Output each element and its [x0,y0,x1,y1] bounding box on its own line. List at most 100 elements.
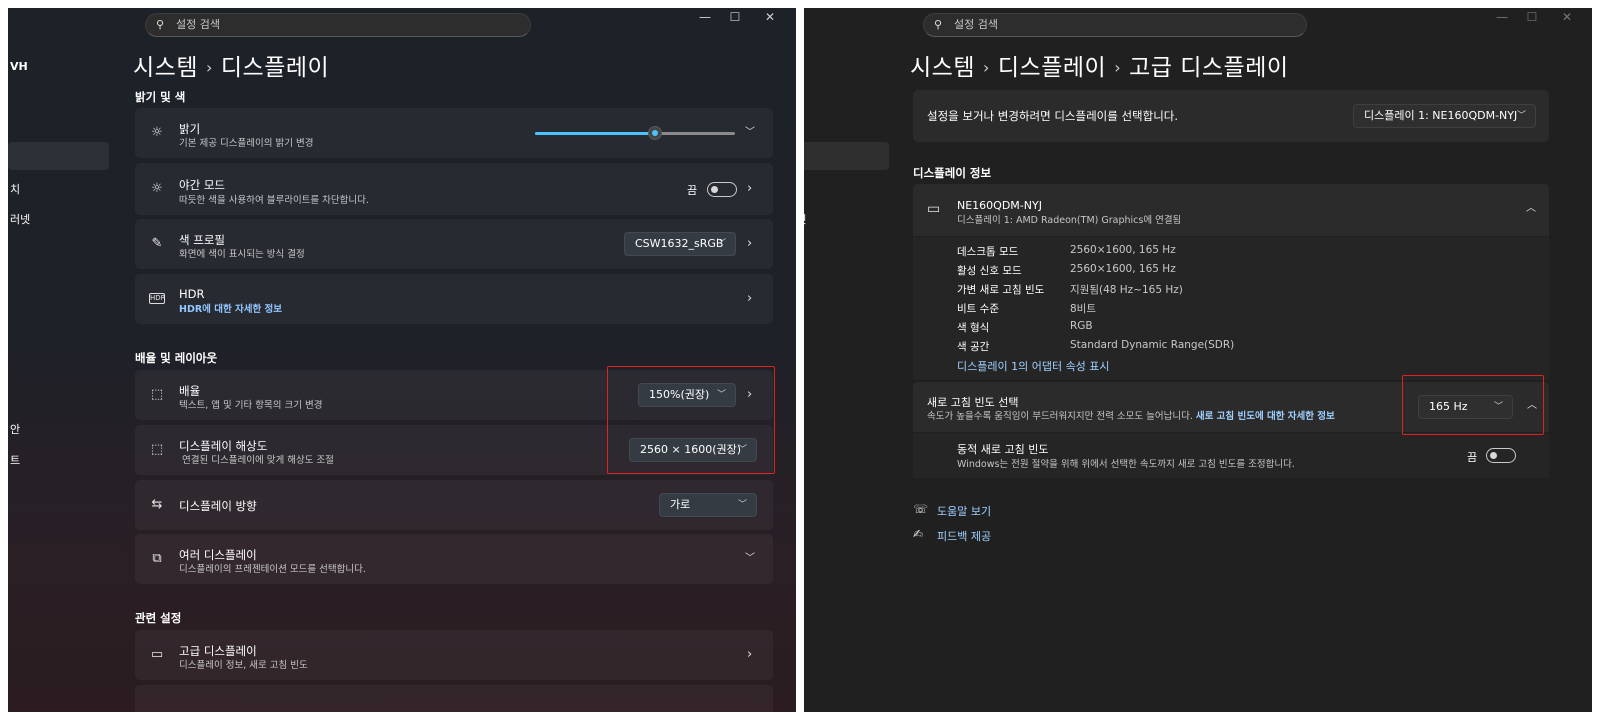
breadcrumb-display[interactable]: 디스플레이 [998,55,1106,81]
sidebar-fragment[interactable]: 러넷 [804,211,806,227]
night-light-toggle[interactable] [707,182,737,197]
color-profile-card[interactable]: ✎ 색 프로필 화면에 색이 표시되는 방식 결정 CSW1632_sRGB ﹀ … [135,219,773,269]
hdr-card[interactable]: HDR HDR HDR에 대한 자세한 정보 › [135,274,773,324]
dynamic-refresh-state: 끔 [1467,451,1478,464]
multiple-displays-card[interactable]: ⧉ 여러 디스플레이 디스플레이의 프레젠테이션 모드를 선택합니다. ﹀ [135,534,773,584]
chevron-down-icon[interactable]: ﹀ [745,126,755,140]
search-placeholder: 설정 검색 [954,18,998,31]
sidebar-fragment[interactable]: VH [10,60,28,73]
search-placeholder: 설정 검색 [176,18,220,31]
minimize-button[interactable]: — [1488,8,1516,26]
sidebar-fragment[interactable]: 트 [10,452,20,468]
breadcrumb-separator: › [982,58,990,77]
scale-subtitle: 텍스트, 앱 및 기타 항목의 크기 변경 [179,400,323,411]
highlight-box [607,366,775,474]
info-value: 2560×1600, 165 Hz [1070,244,1176,256]
breadcrumb-separator: › [1114,58,1122,77]
orientation-title: 디스플레이 방향 [179,499,257,513]
chevron-down-icon: ﹀ [1516,111,1526,121]
search-box[interactable]: ⚲ 설정 검색 [145,13,531,37]
info-value: 지원됨(48 Hz~165 Hz) [1070,284,1183,296]
display-select-text: 설정을 보거나 변경하려면 디스플레이를 선택합니다. [927,109,1179,123]
close-button[interactable]: ✕ [756,8,784,26]
orientation-icon: ⇆ [151,497,163,512]
chevron-right-icon[interactable]: › [747,237,752,251]
sun-icon: ☼ [151,125,163,140]
color-profile-dropdown[interactable]: CSW1632_sRGB ﹀ [624,232,736,256]
color-profile-value: CSW1632_sRGB [635,237,724,250]
next-card-partial[interactable] [135,685,773,712]
advanced-display-subtitle: 디스플레이 정보, 새로 고침 빈도 [179,660,308,671]
brightness-slider[interactable] [535,126,735,140]
resolution-icon: ⬚ [150,442,164,457]
chevron-down-icon: ﹀ [716,239,726,249]
minimize-button[interactable]: — [691,8,719,26]
sidebar-fragment[interactable]: 안 [10,421,20,437]
chevron-down-icon[interactable]: ﹀ [745,552,755,566]
info-value: 8비트 [1070,303,1097,315]
help-link[interactable]: 도움말 보기 [937,503,991,519]
brightness-slider-thumb[interactable] [648,126,662,140]
night-light-card[interactable]: ☼ 야간 모드 따듯한 색을 사용하여 블루라이트를 차단합니다. 끔 › [135,163,773,215]
highlight-box [1402,375,1544,435]
breadcrumb-current: 고급 디스플레이 [1129,55,1289,81]
sidebar-selected-item[interactable] [8,142,109,170]
info-key: 가변 새로 고침 빈도 [957,284,1045,296]
hdr-icon: HDR [149,293,166,304]
hdr-info-link[interactable]: HDR에 대한 자세한 정보 [179,301,282,315]
laptop-icon: ▭ [927,201,941,217]
chevron-right-icon[interactable]: › [747,182,752,196]
multiple-displays-icon: ⧉ [152,551,162,566]
chevron-right-icon[interactable]: › [747,292,752,306]
orientation-card[interactable]: ⇆ 디스플레이 방향 가로 ﹀ [135,480,773,530]
display-select-card: 설정을 보거나 변경하려면 디스플레이를 선택합니다. 디스플레이 1: NE1… [913,90,1549,142]
info-key: 비트 수준 [957,303,999,315]
help-icon: ☏ [913,502,929,516]
breadcrumb-current: 디스플레이 [220,55,330,81]
sidebar-selected-item[interactable] [804,142,889,170]
orientation-dropdown[interactable]: 가로 ﹀ [659,493,757,517]
display-selector-value: 디스플레이 1: NE160QDM-NYJ [1364,109,1518,122]
scale-icon: ⬚ [150,387,164,402]
chevron-right-icon[interactable]: › [747,648,752,662]
feedback-link[interactable]: 피드백 제공 [937,528,991,544]
advanced-display-card[interactable]: ▭ 고급 디스플레이 디스플레이 정보, 새로 고침 빈도 › [135,630,773,680]
sidebar-fragment[interactable]: 치 [10,181,20,197]
section-scale-layout: 배율 및 레이아웃 [135,351,218,365]
info-key: 색 형식 [957,322,990,334]
brightness-card[interactable]: ☼ 밝기 기본 제공 디스플레이의 밝기 변경 ﹀ [135,108,773,158]
close-button[interactable]: ✕ [1553,8,1581,26]
breadcrumb: 시스템 › 디스플레이 [133,48,329,82]
breadcrumb: 시스템 › 디스플레이 › 고급 디스플레이 [910,48,1289,82]
dynamic-refresh-toggle[interactable] [1486,448,1516,463]
sidebar-fragment[interactable]: 러넷 [10,211,30,227]
resolution-subtitle: 연결된 디스플레이에 맞게 해상도 조절 [182,455,334,466]
color-profile-subtitle: 화면에 색이 표시되는 방식 결정 [179,249,305,260]
night-light-title: 야간 모드 [179,178,225,192]
refresh-rate-desc: 속도가 높을수록 움직임이 부드러워지지만 전력 소모도 늘어납니다. 새로 고… [927,408,1335,422]
search-icon: ⚲ [934,18,943,31]
refresh-rate-info-link[interactable]: 새로 고침 빈도에 대한 자세한 정보 [1196,411,1335,422]
search-box[interactable]: ⚲ 설정 검색 [923,13,1307,37]
multiple-displays-subtitle: 디스플레이의 프레젠테이션 모드를 선택합니다. [179,564,366,575]
dynamic-refresh-title: 동적 새로 고침 빈도 [957,443,1049,456]
info-value: Standard Dynamic Range(SDR) [1070,339,1235,351]
adapter-properties-link[interactable]: 디스플레이 1의 어댑터 속성 표시 [957,358,1110,374]
dynamic-refresh-desc: Windows는 전원 절약을 위해 위에서 선택한 속도까지 새로 고침 빈도… [957,459,1295,470]
breadcrumb-system[interactable]: 시스템 [910,55,975,81]
night-light-state: 끔 [687,184,698,197]
display-selector-dropdown[interactable]: 디스플레이 1: NE160QDM-NYJ ﹀ [1353,104,1536,128]
laptop-icon: ▭ [150,647,164,662]
advanced-display-window: VH 치 러넷 안 트 ⚲ 설정 검색 — ☐ ✕ 시스템›디스플레이›고급 디… [804,8,1592,712]
breadcrumb-system[interactable]: 시스템 [133,55,198,81]
brightness-slider-fill [535,132,655,135]
monitor-card[interactable]: ▭ NE160QDM-NYJ 디스플레이 1: AMD Radeon(TM) G… [913,184,1549,236]
info-key: 데스크톱 모드 [957,246,1019,258]
chevron-up-icon[interactable]: ︿ [1526,202,1536,216]
maximize-button[interactable]: ☐ [721,8,749,26]
chevron-down-icon: ﹀ [737,500,747,510]
section-display-info: 디스플레이 정보 [913,166,992,180]
section-related-settings: 관련 설정 [135,611,182,625]
info-key: 색 공간 [957,341,990,353]
maximize-button[interactable]: ☐ [1518,8,1546,26]
